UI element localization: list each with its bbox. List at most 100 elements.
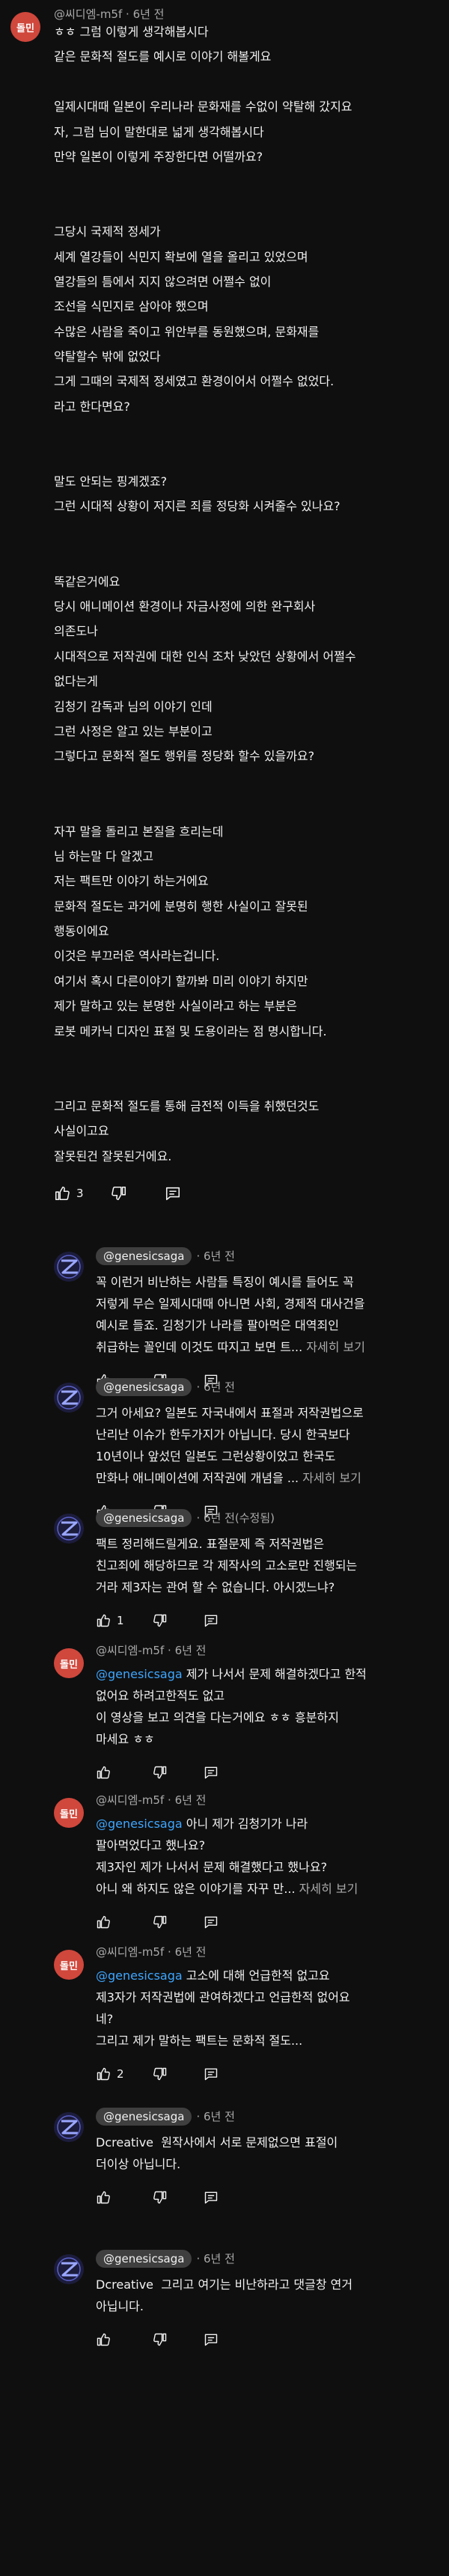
avatar[interactable] xyxy=(54,1383,84,1413)
dislike-button[interactable] xyxy=(153,1765,168,1780)
avatar-text: 돌민 xyxy=(60,1808,78,1820)
avatar[interactable]: 돌민 xyxy=(54,1950,84,1980)
comment-line: 로봇 메카닉 디자인 표절 및 도용이라는 점 명시합니다. xyxy=(54,1024,327,1038)
dislike-button[interactable] xyxy=(153,2066,168,2081)
read-more-link[interactable]: 자세히 보기 xyxy=(296,1882,358,1896)
comment-time[interactable]: · 6년 전 xyxy=(196,2110,234,2123)
dislike-button[interactable] xyxy=(111,1185,127,1202)
comment-time[interactable]: · 6년 전 xyxy=(196,2252,234,2266)
like-count: 3 xyxy=(76,1187,84,1200)
comment-author[interactable]: @씨디엠-m5f xyxy=(96,1793,164,1807)
like-button[interactable] xyxy=(96,1915,111,1930)
reply-button[interactable] xyxy=(204,1613,219,1628)
comment-line: 열강들의 틈에서 지지 않으려면 어쩔수 없이 xyxy=(54,274,272,289)
reply-comment: @genesicsaga · 6년 전 Dcreative 그리고 여기는 비난하라… xyxy=(0,2241,449,2368)
comment-line: 그리고 제가 말하는 팩트는 문화적 절도... xyxy=(96,2034,303,2048)
avatar[interactable]: 돌민 xyxy=(54,1798,84,1828)
reply-button[interactable] xyxy=(204,2332,219,2347)
comment-time[interactable]: · 6년 전 xyxy=(196,1380,234,1394)
comment-meta: @genesicsaga · 6년 전 xyxy=(96,1378,235,1396)
comment-text: 아니 제가 김청기가 나라 xyxy=(182,1817,308,1831)
mention-link[interactable]: @genesicsaga xyxy=(96,1667,183,1681)
mention-link[interactable]: @genesicsaga xyxy=(96,1968,183,1983)
reply-button[interactable] xyxy=(165,1185,181,1202)
comment-line: 김청기 감독과 님의 이야기 인데 xyxy=(54,699,213,714)
comment-line: 꼭 이런거 비난하는 사람들 특징이 예시를 들어도 꼭 xyxy=(96,1275,354,1289)
reply-icon xyxy=(165,1187,180,1201)
comment-author[interactable]: @genesicsaga xyxy=(96,1378,192,1396)
comment-line: 그렇다고 문화적 절도 행위를 정당화 할수 있을까요? xyxy=(54,749,315,764)
comment-line: 더이상 아닙니다. xyxy=(96,2157,181,2171)
dislike-button[interactable] xyxy=(153,2190,168,2205)
avatar[interactable] xyxy=(54,2112,84,2142)
comment-body: 팩트 정리해드릴게요. 표절문제 즉 저작권법은 친고죄에 해당하므로 각 제작사… xyxy=(96,1533,357,1598)
comment-author[interactable]: @genesicsaga xyxy=(96,1509,192,1527)
comment-line: 이 영상을 보고 의견을 다는거에요 ㅎㅎ 흥분하지 xyxy=(96,1710,339,1725)
thumb-up-icon xyxy=(97,1614,110,1627)
thumb-up-icon xyxy=(97,2067,110,2081)
reply-comment: 돌민 @씨디엠-m5f · 6년 전 @genesicsaga 고소에 대해 언급한… xyxy=(0,1936,449,2099)
comment-line xyxy=(54,794,356,819)
comment-line: 그거 아세요? 일본도 자국내에서 표절과 저작권법으로 xyxy=(96,1406,364,1420)
thumb-down-icon xyxy=(153,2333,167,2346)
comment-time[interactable]: 6년 전 xyxy=(175,1793,207,1807)
avatar[interactable] xyxy=(54,1514,84,1544)
comment-author[interactable]: @씨디엠-m5f xyxy=(96,1644,164,1657)
comment-author[interactable]: @genesicsaga xyxy=(96,2108,192,2126)
dislike-button[interactable] xyxy=(153,2332,168,2347)
top-comment: 돌민 @씨디엠-m5f · 6년 전 ㅎㅎ 그럼 이렇게 생각해봅시다 같은 문화… xyxy=(0,0,449,1235)
mention-link[interactable]: @genesicsaga xyxy=(96,1817,183,1831)
comment-line: 약탈할수 밖에 없었다 xyxy=(54,349,161,364)
comment-time[interactable]: 6년 전 xyxy=(175,1644,207,1657)
comment-line xyxy=(54,1068,356,1093)
read-more-link[interactable]: 자세히 보기 xyxy=(299,1471,361,1485)
comment-line: 의존도나 xyxy=(54,624,98,639)
comment-author[interactable]: @genesicsaga xyxy=(96,1247,192,1265)
comment-line: @genesicsaga 아니 제가 김청기가 나라 xyxy=(96,1813,358,1835)
comment-time[interactable]: · 6년 전 xyxy=(196,1249,234,1263)
comment-line: 없어요 하려고한적도 없고 xyxy=(96,1689,225,1703)
like-button[interactable] xyxy=(96,1765,111,1780)
read-more-link[interactable]: 자세히 보기 xyxy=(302,1340,365,1354)
comment-body: @genesicsaga 아니 제가 김청기가 나라 팔아먹었다고 했나요? 제3자… xyxy=(96,1813,358,1900)
like-button[interactable]: 2 xyxy=(96,2066,124,2081)
reply-comment: @genesicsaga · 6년 전꼭 이런거 비난하는 사람들 특징이 예시를… xyxy=(0,1238,449,1387)
comment-meta: @genesicsaga · 6년 전(수정됨) xyxy=(96,1509,275,1527)
comment-line: 그게 그때의 국제적 정세였고 환경이어서 어쩔수 없었다. xyxy=(54,374,335,389)
comment-line: @genesicsaga 고소에 대해 언급한적 없고요 xyxy=(96,1965,350,1986)
comment-text: 취급하는 꼴인데 이것도 따지고 보면 트... xyxy=(96,1340,303,1354)
comment-meta: @씨디엠-m5f · 6년 전 xyxy=(96,1793,207,1807)
comment-line: ㅎㅎ 그럼 이렇게 생각해봅시다 xyxy=(54,25,209,39)
dislike-button[interactable] xyxy=(153,1613,168,1628)
avatar[interactable] xyxy=(54,1252,84,1282)
comment-author[interactable]: @genesicsaga xyxy=(96,2250,192,2268)
comment-line: 그당시 국제적 정세가 xyxy=(54,224,161,239)
thumb-up-icon xyxy=(55,1186,70,1201)
like-button[interactable] xyxy=(96,2332,111,2347)
reply-button[interactable] xyxy=(204,1765,219,1780)
like-button[interactable] xyxy=(96,2190,111,2205)
reply-button[interactable] xyxy=(204,2190,219,2205)
comment-line: 자꾸 말을 돌리고 본질을 흐리는데 xyxy=(54,824,224,839)
comment-author[interactable]: @씨디엠-m5f xyxy=(96,1945,164,1959)
comment-time[interactable]: · 6년 전(수정됨) xyxy=(196,1511,275,1525)
comment-line: 일제시대때 일본이 우리나라 문화재를 수없이 약탈해 갔지요 xyxy=(54,100,352,114)
reply-button[interactable] xyxy=(204,2066,219,2081)
comment-meta: @genesicsaga · 6년 전 xyxy=(96,2250,235,2268)
comment-meta: @genesicsaga · 6년 전 xyxy=(96,1247,235,1265)
avatar[interactable] xyxy=(54,2254,84,2284)
like-button[interactable]: 3 xyxy=(54,1185,84,1202)
avatar[interactable]: 돌민 xyxy=(54,1648,84,1678)
comment-line: 10년이나 앞섰던 일본도 그런상황이었고 한국도 xyxy=(96,1449,336,1463)
reply-button[interactable] xyxy=(204,1915,219,1930)
comment-line: 아니 왜 하지도 않은 이야기를 자꾸 만... 자세히 보기 xyxy=(96,1878,358,1900)
comment-line xyxy=(54,419,356,444)
avatar[interactable]: 돌민 xyxy=(10,12,40,42)
dislike-button[interactable] xyxy=(153,1915,168,1930)
comment-line xyxy=(54,70,356,94)
comment-time[interactable]: 6년 전 xyxy=(175,1945,207,1959)
comment-line: 팔아먹었다고 했나요? xyxy=(96,1838,206,1853)
comment-line: 사실이고요 xyxy=(54,1124,109,1139)
like-button[interactable]: 1 xyxy=(96,1613,124,1628)
comment-meta: @씨디엠-m5f · 6년 전 xyxy=(96,1945,207,1959)
